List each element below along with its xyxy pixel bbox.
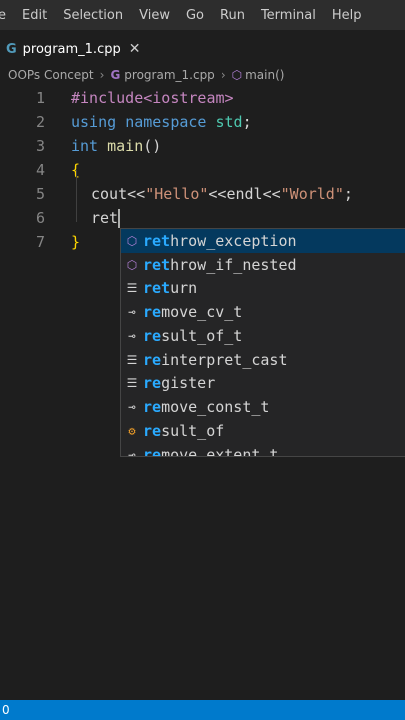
suggestion-item[interactable]: ⬡ rethrow_if_nested [121, 253, 405, 277]
suggestion-label: hrow_if_nested [170, 255, 297, 274]
line-number: 1 [35, 89, 45, 107]
code-line: 3 int main() [0, 134, 405, 158]
suggestion-label: move_extent_t [161, 445, 279, 457]
suggestion-match: re [143, 326, 162, 345]
suggestion-item[interactable]: ⊸ remove_cv_t [121, 300, 405, 324]
suggestion-label: urn [170, 279, 198, 298]
menu-run[interactable]: Run [212, 8, 253, 23]
snippet-icon: ⊸ [128, 447, 136, 457]
suggestion-match: ret [143, 279, 171, 298]
tab-bar: G program_1.cpp ✕ [0, 34, 405, 63]
keyword-icon: ☰ [126, 376, 138, 391]
suggestion-match: ret [143, 255, 171, 274]
menu-bar: e Edit Selection View Go Run Terminal He… [0, 0, 405, 30]
snippet-icon: ⊸ [128, 305, 136, 320]
code-line: 2 using namespace std; [0, 110, 405, 134]
menu-help[interactable]: Help [324, 8, 370, 23]
chevron-right-icon: › [99, 68, 105, 82]
code-text: int main() [71, 137, 162, 155]
suggestion-widget[interactable]: ⬡ rethrow_exception ⬡ rethrow_if_nested … [120, 228, 405, 457]
suggestion-item[interactable]: ☰ reinterpret_cast [121, 348, 405, 372]
suggestion-label: sult_of [161, 421, 225, 440]
tab-program-1[interactable]: G program_1.cpp ✕ [0, 34, 140, 63]
code-text: } [71, 233, 81, 251]
menu-edit[interactable]: Edit [14, 8, 55, 23]
line-number: 5 [35, 185, 45, 203]
suggestion-item[interactable]: ⚙ result_of [121, 419, 405, 443]
code-text: #include<iostream> [71, 89, 234, 107]
suggestion-match: re [143, 421, 162, 440]
code-text: ret [91, 209, 119, 227]
keyword-icon: ☰ [126, 281, 138, 296]
cpp-file-icon: G [110, 68, 121, 82]
tab-title: program_1.cpp [22, 41, 121, 57]
menu-view[interactable]: View [131, 8, 178, 23]
indent-guide [76, 170, 77, 222]
suggestion-match: re [143, 374, 162, 393]
close-icon[interactable]: ✕ [129, 41, 141, 57]
suggestion-label: sult_of_t [161, 326, 243, 345]
breadcrumb: OOPs Concept › G program_1.cpp › ⬡ main(… [0, 64, 405, 86]
line-number: 3 [35, 137, 45, 155]
suggestion-match: re [143, 445, 162, 457]
code-line: 4 { [0, 158, 405, 182]
menu-go[interactable]: Go [178, 8, 212, 23]
suggestion-label: interpret_cast [161, 350, 288, 369]
line-number: 7 [35, 233, 45, 251]
cube-icon: ⬡ [126, 257, 138, 272]
suggestion-match: re [143, 398, 162, 417]
snippet-icon: ⊸ [128, 400, 136, 415]
keyword-icon: ☰ [126, 352, 138, 367]
code-line: 5 cout<<"Hello"<<endl<<"World"; [0, 182, 405, 206]
code-line: 6 ret [0, 206, 405, 230]
cpp-file-icon: G [6, 41, 17, 57]
line-number: 4 [35, 161, 45, 179]
code-text: using namespace std; [71, 113, 252, 131]
breadcrumb-file[interactable]: program_1.cpp [124, 68, 215, 82]
line-number: 6 [35, 209, 45, 227]
suggestion-match: ret [143, 231, 171, 250]
suggestion-item[interactable]: ☰ register [121, 372, 405, 396]
suggestion-item[interactable]: ⊸ result_of_t [121, 324, 405, 348]
menu-selection[interactable]: Selection [55, 8, 131, 23]
text-cursor [118, 209, 121, 228]
menu-file[interactable]: e [0, 8, 14, 23]
snippet-icon: ⊸ [128, 328, 136, 343]
breadcrumb-symbol[interactable]: main() [245, 68, 284, 82]
suggestion-item[interactable]: ⊸ remove_extent_t [121, 443, 405, 457]
cube-icon: ⬡ [126, 233, 138, 248]
menu-terminal[interactable]: Terminal [253, 8, 324, 23]
chevron-right-icon: › [220, 68, 226, 82]
suggestion-label: move_cv_t [161, 303, 243, 322]
suggestion-item[interactable]: ⬡ rethrow_exception [121, 229, 405, 253]
code-text: cout<<"Hello"<<endl<<"World"; [91, 185, 353, 203]
suggestion-label: hrow_exception [170, 231, 297, 250]
suggestion-match: re [143, 303, 162, 322]
cube-icon: ⬡ [231, 68, 243, 82]
class-icon: ⚙ [128, 423, 136, 438]
status-bar: 0 [0, 700, 405, 720]
suggestion-label: gister [161, 374, 216, 393]
code-line: 1 #include<iostream> [0, 86, 405, 110]
suggestion-match: re [143, 350, 162, 369]
status-problems-count[interactable]: 0 [0, 703, 10, 717]
suggestion-label: move_const_t [161, 398, 270, 417]
line-number: 2 [35, 113, 45, 131]
suggestion-item[interactable]: ⊸ remove_const_t [121, 395, 405, 419]
suggestion-item[interactable]: ☰ return [121, 277, 405, 301]
breadcrumb-folder[interactable]: OOPs Concept [8, 68, 94, 82]
